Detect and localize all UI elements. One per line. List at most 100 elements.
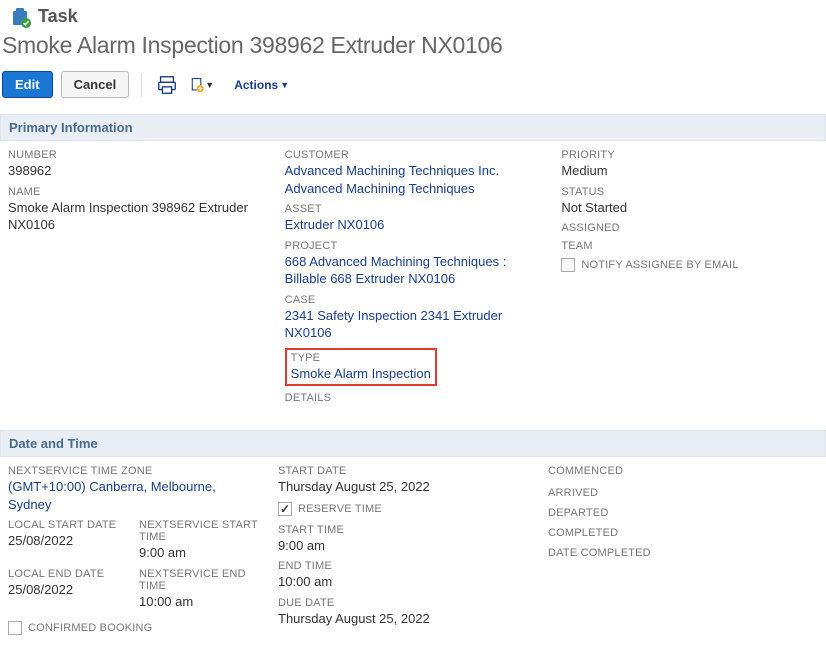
- link-timezone[interactable]: (GMT+10:00) Canberra, Melbourne, Sydney: [8, 479, 216, 512]
- chevron-down-icon: ▼: [280, 80, 289, 90]
- checkbox-confirmed-booking[interactable]: [8, 621, 22, 635]
- field-asset: ASSET Extruder NX0106: [285, 203, 542, 234]
- value-start-time: 9:00 am: [278, 537, 528, 555]
- label-team: TEAM: [561, 240, 818, 252]
- field-timezone: NEXTSERVICE TIME ZONE (GMT+10:00) Canber…: [8, 465, 258, 513]
- label-project: PROJECT: [285, 240, 542, 252]
- highlight-type-field: TYPE Smoke Alarm Inspection: [285, 348, 437, 387]
- field-reserve-time: RESERVE TIME: [278, 502, 528, 516]
- value-end-time: 10:00 am: [278, 573, 528, 591]
- field-customer: CUSTOMER Advanced Machining Techniques I…: [285, 149, 542, 197]
- field-ns-start-time: NEXTSERVICE START TIME 9:00 am: [139, 519, 258, 562]
- datetime-col-2: START DATE Thursday August 25, 2022 RESE…: [278, 465, 548, 634]
- field-type: TYPE Smoke Alarm Inspection: [291, 352, 431, 383]
- primary-col-1: NUMBER 398962 NAME Smoke Alarm Inspectio…: [8, 149, 285, 410]
- primary-info-section: NUMBER 398962 NAME Smoke Alarm Inspectio…: [0, 141, 826, 424]
- label-departed: DEPARTED: [548, 507, 818, 519]
- field-team: TEAM: [561, 240, 818, 252]
- add-page-icon[interactable]: ▼: [188, 72, 214, 98]
- value-priority: Medium: [561, 162, 818, 180]
- label-start-time: START TIME: [278, 524, 528, 536]
- label-local-start-date: LOCAL START DATE: [8, 519, 127, 531]
- label-timezone: NEXTSERVICE TIME ZONE: [8, 465, 258, 477]
- field-priority: PRIORITY Medium: [561, 149, 818, 180]
- label-ns-end-time: NEXTSERVICE END TIME: [139, 568, 258, 592]
- label-type: TYPE: [291, 352, 431, 364]
- field-local-end-date: LOCAL END DATE 25/08/2022: [8, 568, 127, 611]
- label-reserve-time: RESERVE TIME: [298, 503, 382, 515]
- link-project[interactable]: 668 Advanced Machining Techniques : Bill…: [285, 254, 507, 287]
- actions-menu[interactable]: Actions ▼: [234, 78, 289, 92]
- label-end-time: END TIME: [278, 560, 528, 572]
- value-local-start-date: 25/08/2022: [8, 532, 127, 550]
- primary-col-3: PRIORITY Medium STATUS Not Started ASSIG…: [561, 149, 818, 410]
- page-title: Smoke Alarm Inspection 398962 Extruder N…: [0, 28, 826, 71]
- field-project: PROJECT 668 Advanced Machining Technique…: [285, 240, 542, 288]
- field-details: DETAILS: [285, 392, 542, 404]
- field-arrived: ARRIVED: [548, 487, 818, 499]
- value-ns-end-time: 10:00 am: [139, 593, 258, 611]
- value-ns-start-time: 9:00 am: [139, 544, 258, 562]
- label-date-completed: DATE COMPLETED: [548, 547, 818, 559]
- edit-button[interactable]: Edit: [2, 71, 53, 98]
- field-local-start-date: LOCAL START DATE 25/08/2022: [8, 519, 127, 562]
- value-due-date: Thursday August 25, 2022: [278, 610, 528, 628]
- task-icon: [8, 4, 32, 28]
- section-header-primary: Primary Information: [0, 114, 826, 141]
- label-arrived: ARRIVED: [548, 487, 818, 499]
- field-commenced: COMMENCED: [548, 465, 818, 477]
- link-customer[interactable]: Advanced Machining Techniques Inc. Advan…: [285, 163, 499, 196]
- value-name: Smoke Alarm Inspection 398962 Extruder N…: [8, 199, 265, 234]
- value-number: 398962: [8, 162, 265, 180]
- label-notify-assignee: NOTIFY ASSIGNEE BY EMAIL: [581, 259, 738, 271]
- datetime-col-1: NEXTSERVICE TIME ZONE (GMT+10:00) Canber…: [8, 465, 278, 634]
- checkbox-notify-assignee[interactable]: [561, 258, 575, 272]
- link-asset[interactable]: Extruder NX0106: [285, 217, 385, 232]
- link-case[interactable]: 2341 Safety Inspection 2341 Extruder NX0…: [285, 308, 503, 341]
- label-local-end-date: LOCAL END DATE: [8, 568, 127, 580]
- field-ns-end-time: NEXTSERVICE END TIME 10:00 am: [139, 568, 258, 611]
- label-status: STATUS: [561, 186, 818, 198]
- label-confirmed-booking: CONFIRMED BOOKING: [28, 622, 152, 634]
- field-case: CASE 2341 Safety Inspection 2341 Extrude…: [285, 294, 542, 342]
- label-ns-start-time: NEXTSERVICE START TIME: [139, 519, 258, 543]
- label-details: DETAILS: [285, 392, 542, 404]
- label-assigned: ASSIGNED: [561, 222, 818, 234]
- field-assigned: ASSIGNED: [561, 222, 818, 234]
- chevron-down-icon: ▼: [205, 80, 214, 90]
- toolbar-divider: [141, 73, 142, 97]
- field-notify-assignee: NOTIFY ASSIGNEE BY EMAIL: [561, 258, 818, 272]
- datetime-section: NEXTSERVICE TIME ZONE (GMT+10:00) Canber…: [0, 457, 826, 648]
- label-due-date: DUE DATE: [278, 597, 528, 609]
- label-asset: ASSET: [285, 203, 542, 215]
- actions-label: Actions: [234, 78, 278, 92]
- label-priority: PRIORITY: [561, 149, 818, 161]
- label-completed: COMPLETED: [548, 527, 818, 539]
- field-completed: COMPLETED: [548, 527, 818, 539]
- field-number: NUMBER 398962: [8, 149, 265, 180]
- field-departed: DEPARTED: [548, 507, 818, 519]
- label-customer: CUSTOMER: [285, 149, 542, 161]
- field-end-time: END TIME 10:00 am: [278, 560, 528, 591]
- value-status: Not Started: [561, 199, 818, 217]
- field-start-time: START TIME 9:00 am: [278, 524, 528, 555]
- section-header-datetime: Date and Time: [0, 430, 826, 457]
- checkbox-reserve-time[interactable]: [278, 502, 292, 516]
- print-icon[interactable]: [154, 72, 180, 98]
- link-type[interactable]: Smoke Alarm Inspection: [291, 366, 431, 381]
- label-start-date: START DATE: [278, 465, 528, 477]
- datetime-col-3: COMMENCED ARRIVED DEPARTED COMPLETED DAT…: [548, 465, 818, 634]
- label-case: CASE: [285, 294, 542, 306]
- page-type-label: Task: [38, 6, 78, 27]
- field-name: NAME Smoke Alarm Inspection 398962 Extru…: [8, 186, 265, 234]
- primary-col-2: CUSTOMER Advanced Machining Techniques I…: [285, 149, 562, 410]
- value-local-end-date: 25/08/2022: [8, 581, 127, 599]
- field-date-completed: DATE COMPLETED: [548, 547, 818, 559]
- field-status: STATUS Not Started: [561, 186, 818, 217]
- field-confirmed-booking: CONFIRMED BOOKING: [8, 621, 258, 635]
- cancel-button[interactable]: Cancel: [61, 71, 130, 98]
- label-number: NUMBER: [8, 149, 265, 161]
- label-name: NAME: [8, 186, 265, 198]
- value-start-date: Thursday August 25, 2022: [278, 478, 528, 496]
- label-commenced: COMMENCED: [548, 465, 818, 477]
